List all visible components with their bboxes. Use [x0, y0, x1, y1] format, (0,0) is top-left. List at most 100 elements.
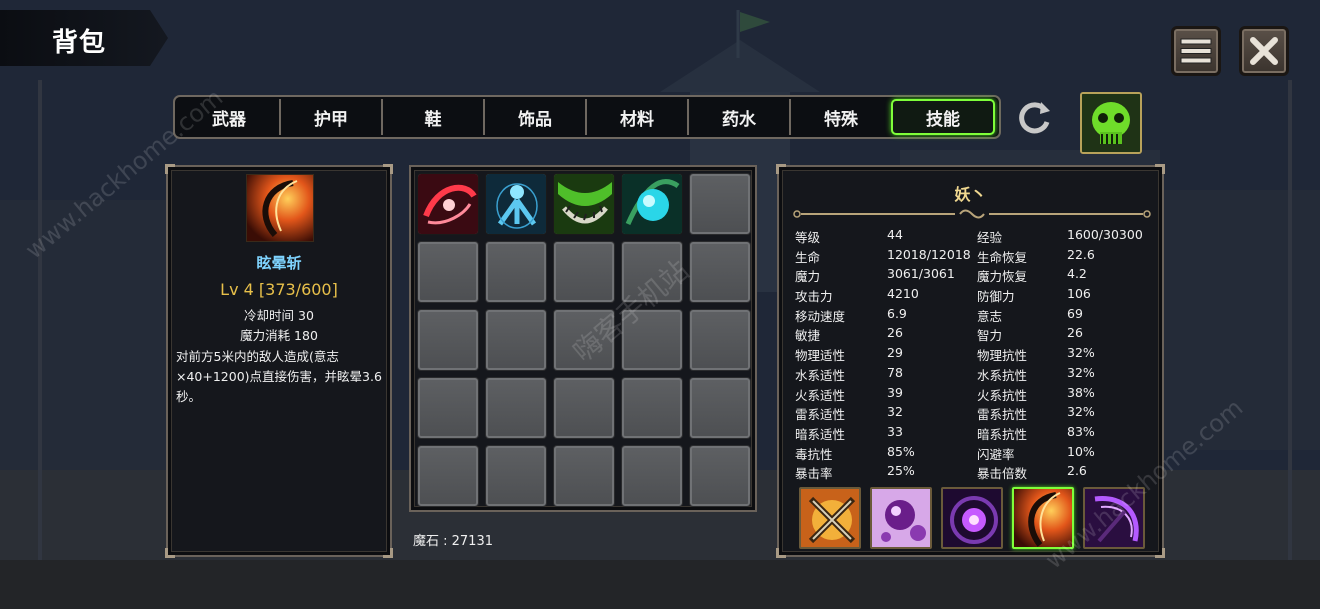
tab-armor[interactable]: 护甲 — [281, 99, 383, 135]
stat-label: 火系抗性 — [977, 387, 1028, 403]
stat-value: 1600/30300 — [1067, 227, 1143, 242]
inventory-slot-empty[interactable] — [485, 309, 547, 371]
stat-row: 魔力 3061/3061 魔力恢复 4.2 — [795, 266, 1155, 286]
stat-label: 魔力恢复 — [977, 269, 1028, 285]
skill-level: Lv 4 [373/600] — [220, 280, 338, 299]
inventory-panel — [409, 165, 757, 512]
inventory-slot-empty[interactable] — [485, 241, 547, 303]
inventory-slot-empty[interactable] — [553, 377, 615, 439]
skill-cooldown: 冷却时间 30 — [244, 308, 314, 323]
inventory-slot-empty[interactable] — [553, 241, 615, 303]
red-slash-icon — [418, 174, 478, 234]
character-avatar[interactable] — [1080, 92, 1142, 154]
stat-value: 3061/3061 — [887, 266, 955, 282]
stat-value: 32% — [1067, 364, 1095, 380]
inventory-slot-empty[interactable] — [417, 377, 479, 439]
inventory-slot-empty[interactable] — [417, 241, 479, 303]
stat-label: 防御力 — [977, 289, 1015, 305]
tab-accessories[interactable]: 饰品 — [485, 99, 587, 135]
stat-label: 魔力 — [795, 269, 821, 285]
scythe-slash-icon — [1014, 489, 1072, 547]
inventory-slot-empty[interactable] — [621, 309, 683, 371]
stat-value: 39 — [887, 384, 903, 400]
skill-name: 眩晕斩 — [256, 254, 302, 272]
tab-shoes[interactable]: 鞋 — [383, 99, 485, 135]
menu-icon — [1180, 38, 1212, 64]
skill-detail-panel: 眩晕斩 Lv 4 [373/600] 冷却时间 30 魔力消耗 180 对前方5… — [165, 164, 393, 558]
inventory-slot-empty[interactable] — [417, 309, 479, 371]
stat-value: 12018/12018 — [887, 246, 971, 262]
inventory-slot-empty[interactable] — [553, 445, 615, 507]
stat-row: 敏捷 26 智力 26 — [795, 325, 1155, 345]
stat-value: 22.6 — [1067, 246, 1095, 262]
tab-weapons[interactable]: 武器 — [179, 99, 281, 135]
inventory-slot-empty[interactable] — [485, 445, 547, 507]
stat-label: 意志 — [977, 308, 1003, 324]
tab-special[interactable]: 特殊 — [791, 99, 891, 135]
stat-row: 暗系适性 33 暗系抗性 83% — [795, 424, 1155, 444]
inventory-slot-empty[interactable] — [621, 445, 683, 507]
inventory-slot[interactable] — [621, 173, 683, 235]
ornament-divider — [793, 209, 1151, 219]
stat-value: 83% — [1067, 423, 1095, 439]
skill-icon-frame — [246, 174, 314, 242]
inventory-slot-empty[interactable] — [417, 445, 479, 507]
inventory-slot-empty[interactable] — [689, 309, 751, 371]
menu-button[interactable] — [1171, 26, 1221, 76]
stat-label: 火系适性 — [795, 387, 846, 403]
stat-value: 44 — [887, 227, 903, 242]
equipped-skill-slot[interactable] — [799, 487, 861, 549]
inventory-slot-empty[interactable] — [689, 377, 751, 439]
refresh-icon[interactable] — [1014, 98, 1054, 138]
inventory-slot-empty[interactable] — [689, 173, 751, 235]
equipped-skill-slot[interactable] — [1083, 487, 1145, 549]
inventory-slot[interactable] — [485, 173, 547, 235]
stat-label: 物理抗性 — [977, 348, 1028, 364]
close-button[interactable] — [1239, 26, 1289, 76]
inventory-slot-empty[interactable] — [689, 241, 751, 303]
tab-skills[interactable]: 技能 — [891, 99, 995, 135]
stat-value: 2.6 — [1067, 463, 1087, 479]
stat-label: 水系适性 — [795, 367, 846, 383]
inventory-slot-empty[interactable] — [621, 377, 683, 439]
stat-label: 经验 — [977, 230, 1003, 245]
stat-label: 暗系抗性 — [977, 426, 1028, 442]
tab-materials[interactable]: 材料 — [587, 99, 689, 135]
stat-label: 闪避率 — [977, 446, 1015, 462]
stat-label: 毒抗性 — [795, 446, 833, 462]
purple-scythe-icon — [1085, 489, 1143, 547]
purple-bubbles-icon — [872, 489, 930, 547]
cyan-orb-icon — [622, 174, 682, 234]
stat-label: 暗系适性 — [795, 426, 846, 442]
stat-value: 6.9 — [887, 305, 907, 321]
stat-row: 物理适性 29 物理抗性 32% — [795, 345, 1155, 365]
stat-value: 26 — [887, 325, 903, 341]
green-skull-icon — [1082, 94, 1140, 152]
close-icon — [1250, 37, 1278, 65]
stat-label: 暴击率 — [795, 466, 833, 482]
skill-description: 对前方5米内的敌人造成(意志×40+1200)点直接伤害，并眩晕3.6秒。 — [176, 349, 382, 404]
inventory-slot[interactable] — [553, 173, 615, 235]
stat-label: 暴击倍数 — [977, 466, 1028, 482]
stat-value: 85% — [887, 443, 915, 459]
stat-value: 32% — [1067, 404, 1095, 420]
stat-row: 毒抗性 85% 闪避率 10% — [795, 444, 1155, 464]
stat-label: 敏捷 — [795, 328, 821, 344]
tab-potions[interactable]: 药水 — [689, 99, 791, 135]
inventory-slot-empty[interactable] — [553, 309, 615, 371]
inventory-slot-empty[interactable] — [485, 377, 547, 439]
stat-value: 10% — [1067, 443, 1095, 459]
character-panel: 妖丶 等级 44 经验 1600/30300 生命 12018/12018 生命恢复 22.6… — [776, 164, 1165, 558]
stat-label: 移动速度 — [795, 308, 846, 324]
stat-label: 生命恢复 — [977, 249, 1028, 265]
blue-spirit-icon — [486, 174, 546, 234]
stat-value: 25% — [887, 463, 915, 479]
stat-label: 等级 — [795, 230, 821, 245]
stat-row: 移动速度 6.9 意志 69 — [795, 306, 1155, 326]
equipped-skill-slot-active[interactable] — [1012, 487, 1074, 549]
inventory-slot-empty[interactable] — [689, 445, 751, 507]
inventory-slot-empty[interactable] — [621, 241, 683, 303]
equipped-skill-slot[interactable] — [941, 487, 1003, 549]
equipped-skill-slot[interactable] — [870, 487, 932, 549]
inventory-slot[interactable] — [417, 173, 479, 235]
